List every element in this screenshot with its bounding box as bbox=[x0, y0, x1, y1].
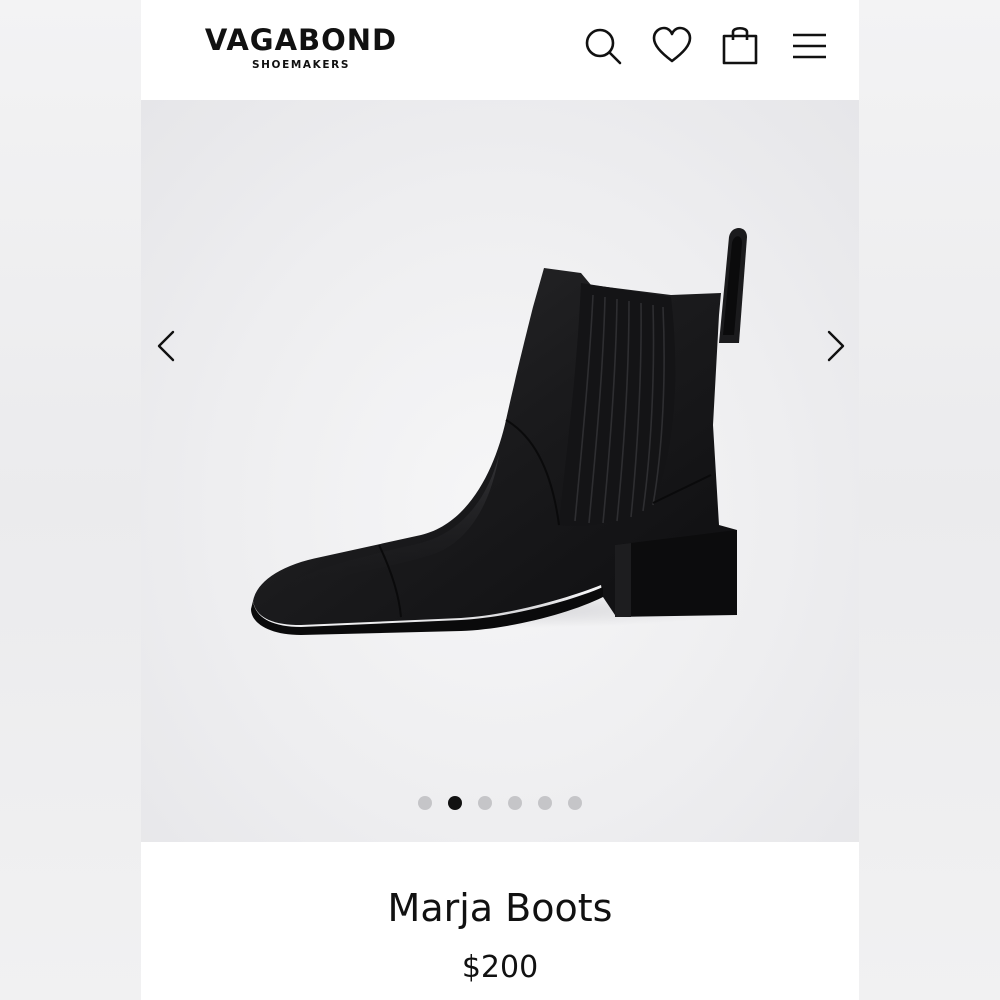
brand-tagline: SHOEMAKERS bbox=[252, 59, 350, 71]
carousel-pagination bbox=[141, 796, 859, 810]
carousel-dot-1[interactable] bbox=[418, 796, 432, 810]
carousel-dot-2[interactable] bbox=[448, 796, 462, 810]
product-image-gallery[interactable] bbox=[141, 100, 859, 842]
brand-logo[interactable]: VAGABOND SHOEMAKERS bbox=[171, 24, 431, 76]
chevron-left-icon bbox=[157, 330, 175, 362]
carousel-dot-4[interactable] bbox=[508, 796, 522, 810]
carousel-dot-3[interactable] bbox=[478, 796, 492, 810]
product-page: VAGABOND SHOEMAKERS Marja Boots $200 bbox=[141, 0, 859, 1000]
left-backdrop bbox=[0, 0, 141, 1000]
heart-icon[interactable] bbox=[650, 24, 694, 68]
previous-image-button[interactable] bbox=[147, 326, 187, 366]
product-image bbox=[241, 228, 747, 635]
brand-name: VAGABOND bbox=[204, 23, 398, 57]
site-header: VAGABOND SHOEMAKERS bbox=[141, 0, 859, 100]
carousel-dot-6[interactable] bbox=[568, 796, 582, 810]
search-icon[interactable] bbox=[581, 24, 625, 68]
next-image-button[interactable] bbox=[815, 326, 855, 366]
chevron-right-icon bbox=[827, 330, 845, 362]
right-backdrop bbox=[859, 0, 1000, 1000]
product-price: $200 bbox=[461, 950, 539, 985]
carousel-dot-5[interactable] bbox=[538, 796, 552, 810]
menu-icon[interactable] bbox=[788, 24, 832, 68]
shopping-bag-icon[interactable] bbox=[719, 24, 763, 68]
product-title: Marja Boots bbox=[387, 886, 613, 930]
